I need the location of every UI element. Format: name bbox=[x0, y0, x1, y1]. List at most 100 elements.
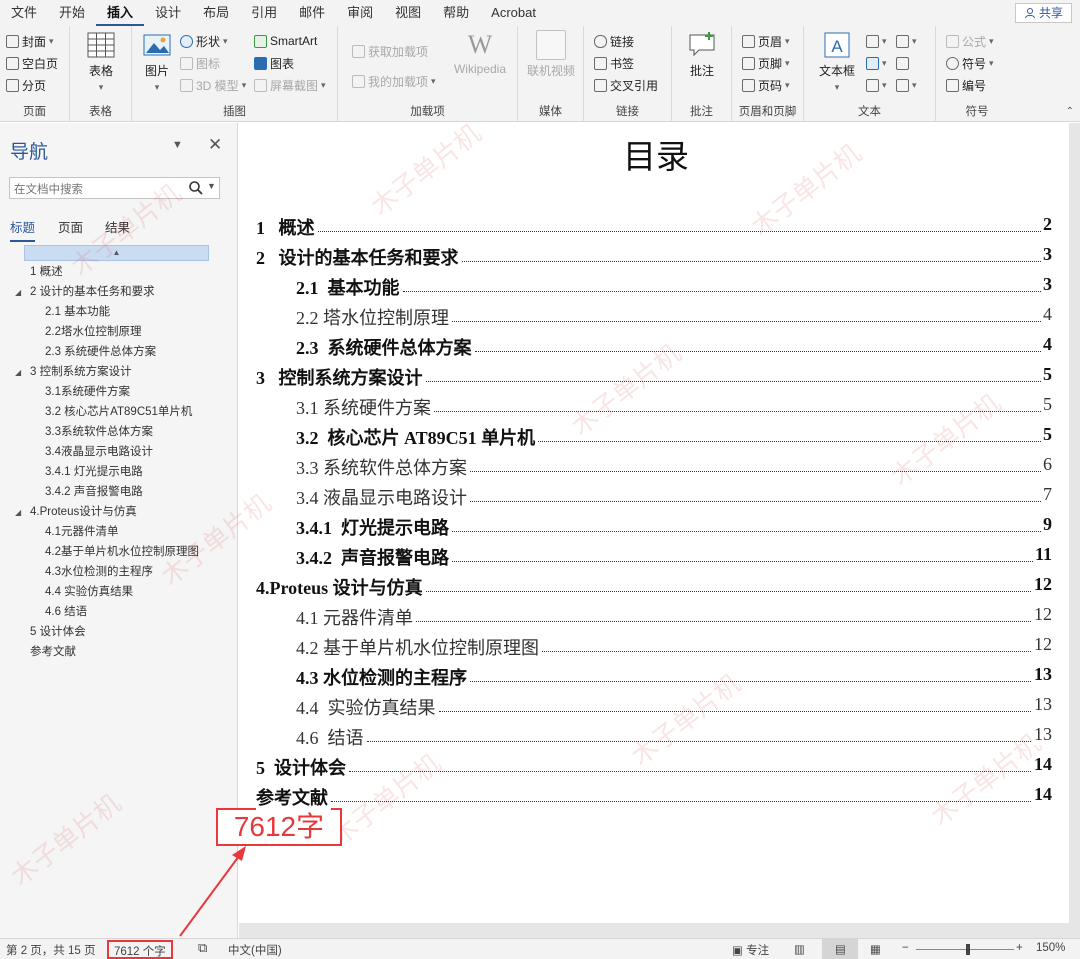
picture-button[interactable]: 图片 ▾ bbox=[140, 30, 174, 93]
nav-heading-2[interactable]: 2 设计的基本任务和要求 bbox=[30, 283, 155, 301]
tab-help[interactable]: 帮助 bbox=[432, 0, 480, 26]
wikipedia-button[interactable]: W Wikipedia bbox=[450, 30, 510, 76]
toc-entry[interactable]: 4.4 实验仿真结果 13 bbox=[239, 694, 1069, 720]
date-time-button[interactable] bbox=[896, 54, 909, 72]
nav-heading-3[interactable]: 3 控制系统方案设计 bbox=[30, 363, 132, 381]
tab-insert[interactable]: 插入 bbox=[96, 0, 145, 26]
smartart-button[interactable]: SmartArt bbox=[254, 32, 317, 50]
nav-tab-pages[interactable]: 页面 bbox=[58, 217, 83, 236]
nav-heading-4-4[interactable]: 4.4 实验仿真结果 bbox=[45, 583, 133, 601]
nav-heading-3-2[interactable]: 3.2 核心芯片AT89C51单片机 bbox=[45, 403, 192, 421]
toc-entry[interactable]: 3.4 液晶显示电路设计 7 bbox=[239, 484, 1069, 510]
nav-heading-3-1[interactable]: 3.1系统硬件方案 bbox=[45, 383, 130, 401]
toc-entry[interactable]: 2.3 系统硬件总体方案 4 bbox=[239, 334, 1069, 360]
nav-close-icon[interactable]: ✕ bbox=[208, 135, 222, 155]
footer-button[interactable]: 页脚 ▾ bbox=[742, 54, 790, 72]
comment-button[interactable]: 批注 bbox=[682, 30, 722, 79]
nav-heading-3-4-1[interactable]: 3.4.1 灯光提示电路 bbox=[45, 463, 143, 481]
numbering-button[interactable]: 编号 bbox=[946, 76, 986, 94]
nav-heading-4-6[interactable]: 4.6 结语 bbox=[45, 603, 87, 621]
nav-heading-references[interactable]: 参考文献 bbox=[30, 643, 76, 661]
header-button[interactable]: 页眉 ▾ bbox=[742, 32, 790, 50]
tab-layout[interactable]: 布局 bbox=[192, 0, 240, 26]
collapse-triangle-icon[interactable]: ◢ bbox=[15, 288, 21, 297]
toc-entry[interactable]: 2.2 塔水位控制原理 4 bbox=[239, 304, 1069, 330]
nav-heading-2-3[interactable]: 2.3 系统硬件总体方案 bbox=[45, 343, 156, 361]
nav-tab-headings[interactable]: 标题 bbox=[10, 217, 36, 242]
link-button[interactable]: 链接 bbox=[594, 32, 634, 50]
document-page[interactable]: 目录 1 概述 2 2 设计的基本任务和要求 3 2.1 基本功能 3 2.2 塔水位… bbox=[239, 123, 1069, 923]
toc-entry[interactable]: 参考文献 14 bbox=[239, 784, 1069, 810]
nav-heading-4[interactable]: 4.Proteus设计与仿真 bbox=[30, 503, 137, 521]
symbol-button[interactable]: 符号 ▾ bbox=[946, 54, 994, 72]
tab-home[interactable]: 开始 bbox=[48, 0, 96, 26]
nav-heading-3-4-2[interactable]: 3.4.2 声音报警电路 bbox=[45, 483, 143, 501]
toc-entry[interactable]: 3.3 系统软件总体方案 6 bbox=[239, 454, 1069, 480]
tab-view[interactable]: 视图 bbox=[384, 0, 432, 26]
nav-tab-results[interactable]: 结果 bbox=[105, 217, 130, 236]
cross-reference-button[interactable]: 交叉引用 bbox=[594, 76, 658, 94]
3d-model-button[interactable]: 3D 模型 ▾ bbox=[180, 76, 246, 94]
heading-collapse-bar[interactable]: ▲ bbox=[24, 245, 209, 261]
nav-heading-4-2[interactable]: 4.2基于单片机水位控制原理图 bbox=[45, 543, 199, 561]
shapes-button[interactable]: 形状 ▾ bbox=[180, 32, 228, 50]
cover-page-button[interactable]: 封面 ▾ bbox=[6, 32, 54, 50]
online-video-button[interactable]: 联机视频 bbox=[524, 30, 578, 79]
toc-entry[interactable]: 3.4.2 声音报警电路 11 bbox=[239, 544, 1069, 570]
page-break-button[interactable]: 分页 bbox=[6, 76, 46, 94]
equation-button[interactable]: 公式 ▾ bbox=[946, 32, 994, 50]
focus-button[interactable]: ▣ 专注 bbox=[732, 942, 769, 958]
toc-entry[interactable]: 1 概述 2 bbox=[239, 214, 1069, 240]
toc-entry[interactable]: 5 设计体会 14 bbox=[239, 754, 1069, 780]
my-addins-button[interactable]: 我的加载项 ▾ bbox=[352, 72, 436, 90]
toc-entry[interactable]: 3 控制系统方案设计 5 bbox=[239, 364, 1069, 390]
toc-entry[interactable]: 4.1 元器件清单 12 bbox=[239, 604, 1069, 630]
screenshot-button[interactable]: 屏幕截图 ▾ bbox=[254, 76, 326, 94]
nav-heading-1[interactable]: 1 概述 bbox=[30, 263, 63, 281]
nav-heading-3-4[interactable]: 3.4液晶显示电路设计 bbox=[45, 443, 153, 461]
tab-references[interactable]: 引用 bbox=[240, 0, 288, 26]
nav-heading-2-2[interactable]: 2.2塔水位控制原理 bbox=[45, 323, 142, 341]
toc-entry[interactable]: 3.1 系统硬件方案 5 bbox=[239, 394, 1069, 420]
chart-button[interactable]: 图表 bbox=[254, 54, 294, 72]
tab-acrobat[interactable]: Acrobat bbox=[480, 0, 547, 26]
quick-parts-button[interactable]: ▾ bbox=[866, 32, 887, 50]
tab-mailings[interactable]: 邮件 bbox=[288, 0, 336, 26]
page-indicator[interactable]: 第 2 页，共 15 页 bbox=[6, 942, 95, 958]
toc-entry[interactable]: 4.2 基于单片机水位控制原理图 12 bbox=[239, 634, 1069, 660]
print-layout-button[interactable]: ▤ bbox=[822, 939, 858, 959]
wordart-button[interactable]: ▾ bbox=[866, 54, 887, 72]
blank-page-button[interactable]: 空白页 bbox=[6, 54, 58, 72]
zoom-slider-track[interactable] bbox=[916, 949, 1014, 950]
table-button[interactable]: 表格 ▾ bbox=[84, 30, 118, 93]
nav-heading-3-3[interactable]: 3.3系统软件总体方案 bbox=[45, 423, 153, 441]
web-layout-icon[interactable]: ▦ bbox=[870, 942, 881, 956]
textbox-button[interactable]: A 文本框 ▾ bbox=[812, 30, 862, 93]
language-indicator[interactable]: 中文(中国) bbox=[228, 942, 282, 958]
toc-entry[interactable]: 4.Proteus 设计与仿真 12 bbox=[239, 574, 1069, 600]
read-mode-icon[interactable]: ▥ bbox=[794, 942, 805, 956]
collapse-triangle-icon[interactable]: ◢ bbox=[15, 368, 21, 377]
toc-entry[interactable]: 3.2 核心芯片 AT89C51 单片机 5 bbox=[239, 424, 1069, 450]
share-button[interactable]: 共享 bbox=[1014, 3, 1072, 23]
nav-options-chevron-down-icon[interactable]: ▼ bbox=[172, 139, 183, 151]
zoom-level[interactable]: 150% bbox=[1036, 942, 1065, 954]
tab-design[interactable]: 设计 bbox=[144, 0, 192, 26]
tab-file[interactable]: 文件 bbox=[0, 0, 48, 26]
word-count[interactable]: 7612 个字 bbox=[107, 940, 173, 959]
ribbon-collapse-icon[interactable]: ⌃ bbox=[1066, 106, 1074, 117]
toc-entry[interactable]: 4.3 水位检测的主程序 13 bbox=[239, 664, 1069, 690]
icons-button[interactable]: 图标 bbox=[180, 54, 220, 72]
toc-entry[interactable]: 3.4.1 灯光提示电路 9 bbox=[239, 514, 1069, 540]
signature-line-button[interactable]: ▾ bbox=[896, 32, 917, 50]
search-chevron-down-icon[interactable]: ▼ bbox=[207, 181, 216, 191]
object-button[interactable]: ▾ bbox=[896, 76, 917, 94]
toc-entry[interactable]: 4.6 结语 13 bbox=[239, 724, 1069, 750]
page-number-button[interactable]: 页码 ▾ bbox=[742, 76, 790, 94]
nav-heading-4-1[interactable]: 4.1元器件清单 bbox=[45, 523, 119, 541]
bookmark-button[interactable]: 书签 bbox=[594, 54, 634, 72]
collapse-triangle-icon[interactable]: ◢ bbox=[15, 508, 21, 517]
drop-cap-button[interactable]: ▾ bbox=[866, 76, 887, 94]
toc-entry[interactable]: 2.1 基本功能 3 bbox=[239, 274, 1069, 300]
nav-heading-5[interactable]: 5 设计体会 bbox=[30, 623, 86, 641]
